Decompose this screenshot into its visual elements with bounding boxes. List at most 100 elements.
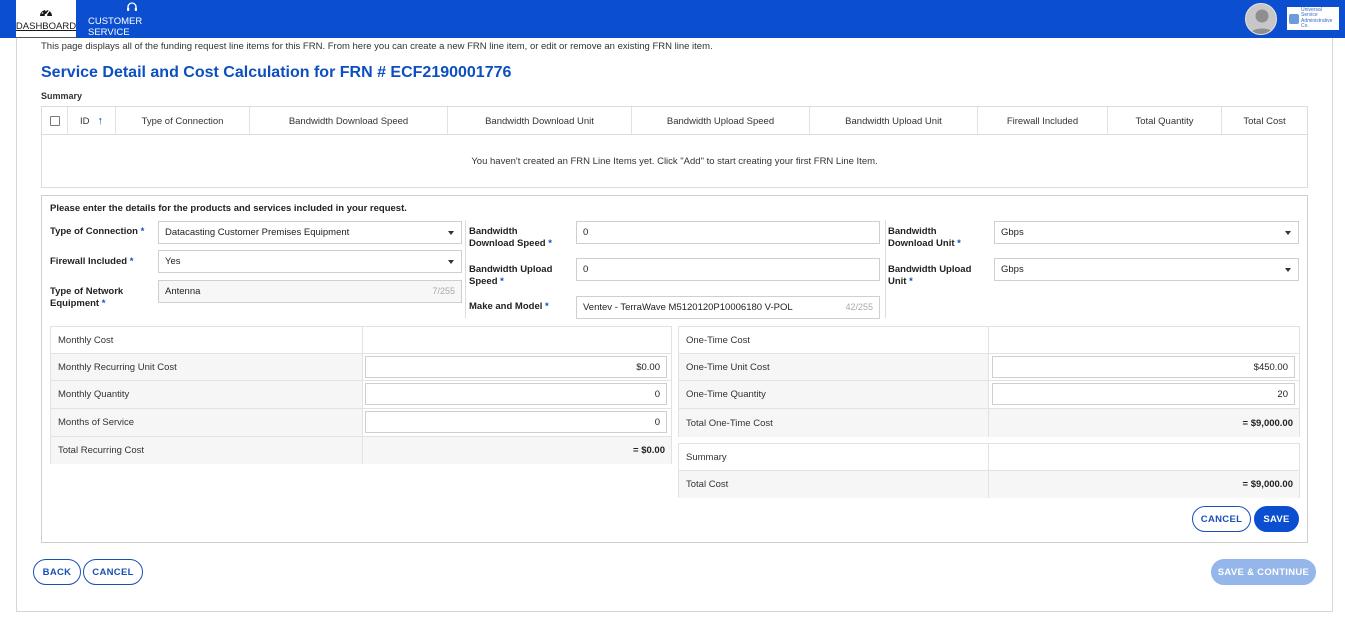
cancel-button[interactable]: CANCEL [83,559,143,585]
logo-text: Universal Service Administrative Co. [1301,6,1333,29]
select-all-checkbox[interactable] [49,116,60,126]
column-header-type-of-connection[interactable]: Type of Connection [116,107,250,135]
back-button[interactable]: BACK [33,559,81,585]
monthly-cost-header: Monthly Cost [51,327,363,353]
top-nav-bar: DASHBOARD CUSTOMER SERVICE Universal Ser… [0,0,1345,38]
column-header-total-cost[interactable]: Total Cost [1222,107,1307,135]
sort-ascending-icon[interactable]: ↑ [98,115,104,127]
required-marker: * [101,298,106,309]
firewall-included-label-text: Firewall Included [50,256,128,267]
bandwidth-upload-speed-input[interactable]: 0 [576,258,880,281]
type-of-connection-select[interactable]: Datacasting Customer Premises Equipment [158,221,462,244]
column-header-bandwidth-download-unit[interactable]: Bandwidth Download Unit [448,107,632,135]
bandwidth-download-speed-label-line1: Bandwidth [469,226,518,237]
summary-label: Summary [41,91,83,101]
bandwidth-download-speed-value: 0 [583,227,589,238]
required-marker: * [500,276,504,287]
one-time-cost-table: One-Time Cost One-Time Unit Cost $450.00… [678,326,1300,437]
one-time-unit-cost-label: One-Time Unit Cost [679,354,989,380]
monthly-quantity-input[interactable]: 0 [365,383,667,405]
make-and-model-value: Ventev - TerraWave M5120120P10006180 V-P… [583,302,793,313]
logo-mark-icon [1289,13,1299,24]
one-time-cost-header: One-Time Cost [679,327,989,353]
save-and-continue-button[interactable]: SAVE & CONTINUE [1211,559,1316,585]
total-recurring-cost-value: = $0.00 [363,437,671,464]
months-of-service-row: Months of Service 0 [51,409,671,437]
required-marker: * [545,301,549,312]
total-recurring-cost-row: Total Recurring Cost = $0.00 [51,437,671,464]
column-header-bandwidth-upload-unit[interactable]: Bandwidth Upload Unit [810,107,978,135]
total-one-time-cost-label: Total One-Time Cost [679,409,989,437]
nav-dashboard[interactable]: DASHBOARD [16,0,76,38]
required-marker: * [140,226,145,237]
bandwidth-upload-speed-value: 0 [583,264,589,275]
empty-table-message: You haven't created an FRN Line Items ye… [471,155,878,167]
monthly-quantity-row: Monthly Quantity 0 [51,381,671,409]
table-header-row: ID ↑ Type of Connection Bandwidth Downlo… [42,107,1307,135]
cost-summary-table: Summary Total Cost = $9,000.00 [678,443,1300,498]
monthly-recurring-unit-cost-input[interactable]: $0.00 [365,356,667,378]
nav-customer-service[interactable]: CUSTOMER SERVICE [88,0,176,38]
one-time-unit-cost-input[interactable]: $450.00 [992,356,1295,378]
bandwidth-download-unit-label-line2: Download Unit [888,238,955,249]
total-cost-value: = $9,000.00 [989,471,1299,498]
type-of-network-equipment-counter: 7/255 [432,286,455,296]
total-cost-row: Total Cost = $9,000.00 [679,471,1299,498]
bandwidth-download-unit-value: Gbps [1001,227,1024,238]
monthly-quantity-label: Monthly Quantity [51,381,363,408]
type-of-network-equipment-label-line1: Type of Network [50,286,124,297]
monthly-recurring-unit-cost-label: Monthly Recurring Unit Cost [51,354,363,380]
one-time-quantity-input[interactable]: 20 [992,383,1295,405]
type-of-network-equipment-label: Type of Network Equipment * [50,286,123,310]
type-of-network-equipment-value: Antenna [165,286,201,297]
one-time-quantity-row: One-Time Quantity 20 [679,381,1299,409]
total-recurring-cost-label: Total Recurring Cost [51,437,363,464]
make-and-model-counter: 42/255 [845,302,873,312]
bandwidth-upload-unit-select[interactable]: Gbps [994,258,1299,281]
cost-summary-header: Summary [679,444,989,470]
bandwidth-download-speed-label-line2: Download Speed [469,238,546,249]
type-of-connection-value: Datacasting Customer Premises Equipment [165,227,350,238]
nav-dashboard-label: DASHBOARD [15,21,77,32]
column-header-total-quantity[interactable]: Total Quantity [1108,107,1222,135]
column-divider [465,220,466,318]
column-header-firewall-included[interactable]: Firewall Included [978,107,1108,135]
user-avatar[interactable] [1245,3,1277,35]
column-header-bandwidth-upload-speed[interactable]: Bandwidth Upload Speed [632,107,810,135]
user-silhouette-icon [1246,4,1276,34]
firewall-included-select[interactable]: Yes [158,250,462,273]
type-of-network-equipment-label-line2: Equipment [50,298,100,309]
bandwidth-download-speed-input[interactable]: 0 [576,221,880,244]
column-header-bandwidth-download-speed[interactable]: Bandwidth Download Speed [250,107,448,135]
usac-logo: Universal Service Administrative Co. [1287,7,1339,30]
required-marker: * [129,256,134,267]
type-of-connection-label: Type of Connection * [50,226,144,238]
required-marker: * [548,238,552,249]
firewall-included-value: Yes [165,256,181,267]
cancel-line-item-button[interactable]: CANCEL [1192,506,1251,532]
bandwidth-upload-speed-label: Bandwidth Upload Speed * [469,264,552,288]
bandwidth-upload-unit-value: Gbps [1001,264,1024,275]
bandwidth-upload-unit-label: Bandwidth Upload Unit * [888,264,971,288]
monthly-recurring-unit-cost-row: Monthly Recurring Unit Cost $0.00 [51,354,671,381]
type-of-network-equipment-input[interactable]: Antenna 7/255 [158,280,462,303]
make-and-model-input[interactable]: Ventev - TerraWave M5120120P10006180 V-P… [576,296,880,319]
save-line-item-button[interactable]: SAVE [1254,506,1299,532]
total-one-time-cost-row: Total One-Time Cost = $9,000.00 [679,409,1299,437]
bandwidth-upload-speed-label-line2: Speed [469,276,498,287]
months-of-service-input[interactable]: 0 [365,411,667,433]
bandwidth-upload-unit-label-line2: Unit [888,276,907,287]
months-of-service-label: Months of Service [51,409,363,436]
column-divider [885,220,886,318]
bandwidth-download-speed-label: Bandwidth Download Speed * [469,226,552,250]
column-header-id[interactable]: ID ↑ [68,107,116,135]
monthly-cost-table: Monthly Cost Monthly Recurring Unit Cost… [50,326,672,464]
bandwidth-download-unit-select[interactable]: Gbps [994,221,1299,244]
page-intro-text: This page displays all of the funding re… [41,41,713,52]
total-cost-label: Total Cost [679,471,989,498]
one-time-quantity-label: One-Time Quantity [679,381,989,408]
bandwidth-upload-unit-label-line1: Bandwidth Upload [888,264,972,275]
line-item-details-panel: Please enter the details for the product… [41,195,1308,543]
one-time-unit-cost-row: One-Time Unit Cost $450.00 [679,354,1299,381]
cost-summary-header-row: Summary [679,444,1299,471]
